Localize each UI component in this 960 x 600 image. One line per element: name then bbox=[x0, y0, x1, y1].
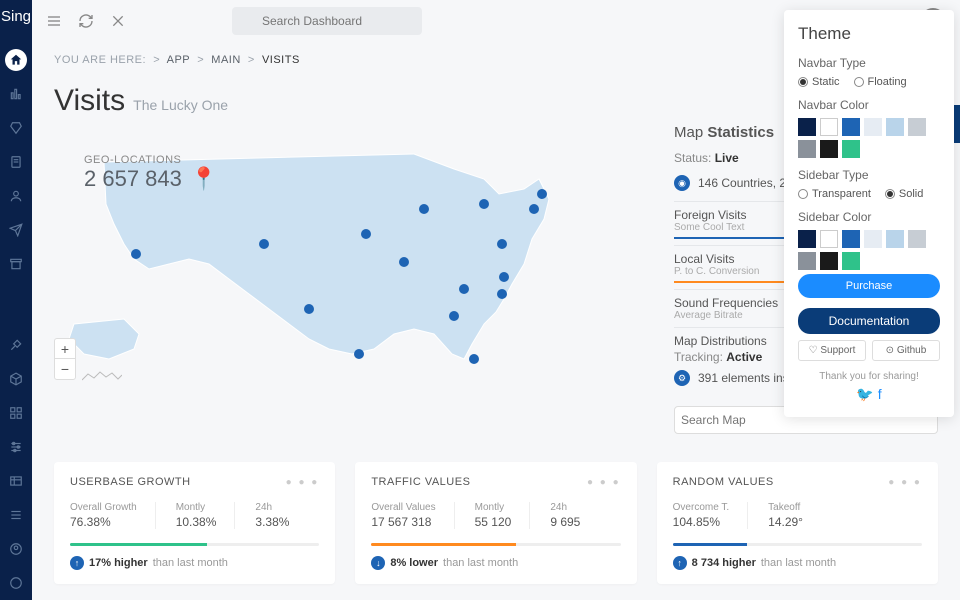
sidebar-item-dashboard[interactable] bbox=[5, 49, 27, 71]
sidebar-item-sliders[interactable] bbox=[0, 430, 32, 464]
geo-locations: GEO-LOCATIONS 2 657 843 📍 bbox=[84, 154, 217, 192]
radio-transparent[interactable]: Transparent bbox=[798, 188, 871, 200]
color-swatch[interactable] bbox=[842, 140, 860, 158]
support-link[interactable]: ♡ Support bbox=[798, 340, 866, 361]
sidebar-item-send[interactable] bbox=[0, 213, 32, 247]
purchase-button[interactable]: Purchase bbox=[798, 274, 940, 298]
sidebar-item-premium[interactable] bbox=[0, 111, 32, 145]
navbar-swatches bbox=[798, 118, 940, 158]
color-swatch[interactable] bbox=[886, 118, 904, 136]
menu-icon[interactable] bbox=[46, 13, 62, 29]
sidebar: Sing bbox=[0, 0, 32, 600]
theme-panel: Theme Navbar Type Static Floating Navbar… bbox=[784, 10, 954, 417]
card-userbase: USERBASE GROWTH● ● ● Overall Growth76.38… bbox=[54, 462, 335, 584]
color-swatch[interactable] bbox=[842, 118, 860, 136]
card-menu-icon[interactable]: ● ● ● bbox=[286, 477, 320, 488]
map-zoom: + − bbox=[54, 338, 76, 380]
arrow-up-icon: ↑ bbox=[70, 556, 84, 570]
arrow-up-icon: ↑ bbox=[673, 556, 687, 570]
logo: Sing bbox=[1, 8, 31, 25]
color-swatch[interactable] bbox=[798, 118, 816, 136]
sidebar-item-archive[interactable] bbox=[0, 247, 32, 281]
color-swatch[interactable] bbox=[908, 118, 926, 136]
refresh-icon[interactable] bbox=[78, 13, 94, 29]
sidebar-item-profile[interactable] bbox=[0, 532, 32, 566]
theme-title: Theme bbox=[798, 24, 940, 44]
documentation-button[interactable]: Documentation bbox=[798, 308, 940, 334]
card-random: RANDOM VALUES● ● ● Overcome T.104.85% Ta… bbox=[657, 462, 938, 584]
breadcrumb-link[interactable]: Main bbox=[211, 54, 241, 66]
color-swatch[interactable] bbox=[842, 252, 860, 270]
search-wrap bbox=[232, 7, 422, 35]
radio-solid[interactable]: Solid bbox=[885, 188, 923, 200]
radio-floating[interactable]: Floating bbox=[854, 76, 907, 88]
color-swatch[interactable] bbox=[798, 252, 816, 270]
sidebar-swatches bbox=[798, 230, 940, 270]
arrow-down-icon: ↓ bbox=[371, 556, 385, 570]
close-icon[interactable] bbox=[110, 13, 126, 29]
sidebar-item-analytics[interactable] bbox=[0, 77, 32, 111]
color-swatch[interactable] bbox=[864, 118, 882, 136]
search-input[interactable] bbox=[232, 7, 422, 35]
color-swatch[interactable] bbox=[820, 252, 838, 270]
breadcrumb-link[interactable]: App bbox=[167, 54, 191, 66]
color-swatch[interactable] bbox=[908, 230, 926, 248]
zoom-out-button[interactable]: − bbox=[55, 359, 75, 379]
color-swatch[interactable] bbox=[842, 230, 860, 248]
sidebar-item-users[interactable] bbox=[0, 179, 32, 213]
color-swatch[interactable] bbox=[820, 118, 838, 136]
breadcrumb-current: Visits bbox=[262, 54, 300, 66]
map-pin-icon: 📍 bbox=[190, 166, 217, 192]
sidebar-item-more[interactable] bbox=[0, 566, 32, 600]
sidebar-item-tools[interactable] bbox=[0, 328, 32, 362]
color-swatch[interactable] bbox=[820, 230, 838, 248]
sidebar-item-docs[interactable] bbox=[0, 145, 32, 179]
color-swatch[interactable] bbox=[798, 230, 816, 248]
card-traffic: TRAFFIC VALUES● ● ● Overall Values17 567… bbox=[355, 462, 636, 584]
color-swatch[interactable] bbox=[820, 140, 838, 158]
location-icon: ◉ bbox=[674, 175, 690, 191]
sidebar-item-list[interactable] bbox=[0, 498, 32, 532]
sparkline bbox=[82, 370, 122, 384]
zoom-in-button[interactable]: + bbox=[55, 339, 75, 359]
color-swatch[interactable] bbox=[886, 230, 904, 248]
card-menu-icon[interactable]: ● ● ● bbox=[888, 477, 922, 488]
radio-static[interactable]: Static bbox=[798, 76, 840, 88]
map-widget[interactable]: GEO-LOCATIONS 2 657 843 📍 + − bbox=[54, 124, 654, 394]
twitter-icon[interactable]: 🐦 bbox=[856, 386, 873, 402]
facebook-icon[interactable]: f bbox=[878, 386, 882, 402]
card-menu-icon[interactable]: ● ● ● bbox=[587, 477, 621, 488]
color-swatch[interactable] bbox=[798, 140, 816, 158]
color-swatch[interactable] bbox=[864, 230, 882, 248]
sidebar-item-packages[interactable] bbox=[0, 362, 32, 396]
github-link[interactable]: ⊙ Github bbox=[872, 340, 940, 361]
gear-small-icon: ⚙ bbox=[674, 370, 690, 386]
sidebar-item-tables[interactable] bbox=[0, 464, 32, 498]
sidebar-item-grid[interactable] bbox=[0, 396, 32, 430]
